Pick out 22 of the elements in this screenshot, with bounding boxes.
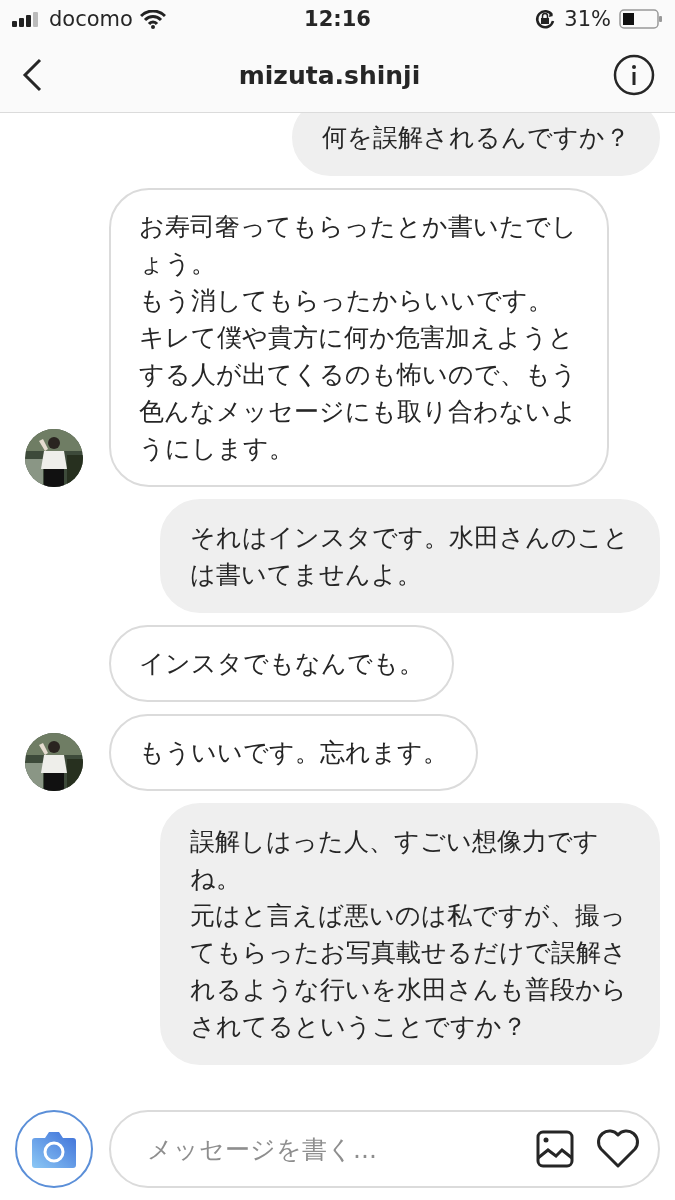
message-bubble: 誤解しはった人、すごい想像力ですね。 元はと言えば悪いのは私ですが、撮ってもらったお写真載せるだけで誤解されるような行いを水田さんも普段からされてるということですか？ — [160, 803, 660, 1065]
message-composer[interactable]: メッセージを書く... — [109, 1110, 660, 1188]
camera-icon — [31, 1129, 77, 1169]
gallery-button[interactable] — [536, 1130, 574, 1168]
wifi-icon — [139, 9, 166, 29]
message-bubble: それはインスタです。水田さんのことは書いてませんよ。 — [160, 499, 660, 613]
like-button[interactable] — [596, 1129, 640, 1169]
info-button[interactable] — [613, 54, 655, 96]
conversation-title: mizuta.shinji — [237, 60, 422, 90]
heart-icon — [596, 1129, 640, 1169]
image-icon — [536, 1130, 574, 1168]
rotation-lock-icon — [534, 8, 557, 30]
info-icon — [613, 54, 655, 96]
battery-percent: 31% — [564, 7, 611, 31]
battery-icon — [619, 9, 663, 29]
message-bubble: お寿司奢ってもらったとか書いたでしょう。 もう消してもらったからいいです。 キレて僕や貴方に何か危害加えようとする人が出てくるのも怖いので、もう色んなメッセージにも取り合わないようにします。 — [109, 188, 609, 487]
clock-time: 12:16 — [304, 7, 371, 31]
message-bubble: 何を誤解されるんですか？ — [292, 113, 660, 176]
message-field[interactable]: メッセージを書く... — [145, 1133, 514, 1165]
message-bubble: もういいです。忘れます。 — [109, 714, 478, 791]
message-bubble: インスタでもなんでも。 — [109, 625, 454, 702]
carrier-name: docomo — [49, 7, 133, 31]
